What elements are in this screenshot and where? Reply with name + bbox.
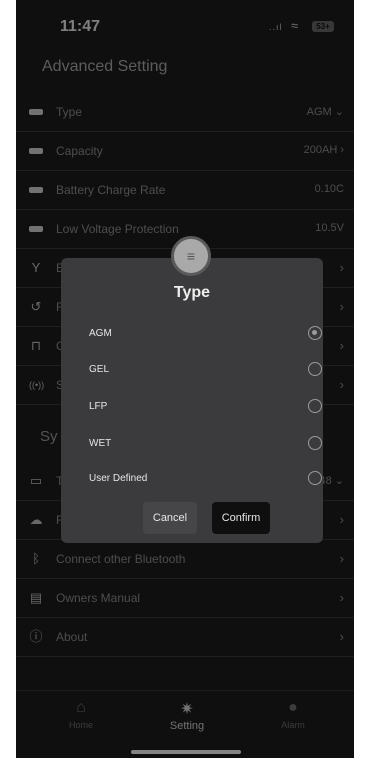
confirm-button[interactable]: Confirm bbox=[212, 502, 270, 534]
cloud-icon: ☁ bbox=[29, 512, 43, 527]
option-gel[interactable]: GEL bbox=[61, 356, 323, 386]
battery-icon bbox=[29, 222, 43, 236]
battery-icon bbox=[29, 144, 43, 158]
chevron-right-icon: › bbox=[339, 629, 344, 644]
row-label: Low Voltage Protection bbox=[56, 222, 179, 236]
tab-bar: ⌂ Home ✷ Setting ● Alarm bbox=[16, 690, 354, 740]
lock-icon: ⊓ bbox=[30, 338, 42, 353]
tab-setting[interactable]: ✷ Setting bbox=[147, 699, 227, 732]
row-value: 0.10C bbox=[314, 183, 344, 195]
row-label: Capacity bbox=[56, 144, 103, 158]
section-label: Sy bbox=[40, 428, 58, 445]
row-capacity[interactable]: Capacity 200AH › bbox=[16, 133, 354, 171]
row-label: Owners Manual bbox=[56, 591, 141, 605]
home-indicator bbox=[131, 750, 241, 754]
row-label: About bbox=[56, 630, 88, 644]
tab-label: Alarm bbox=[281, 720, 305, 730]
connector-icon: Y bbox=[31, 260, 41, 275]
battery-icon bbox=[29, 105, 43, 119]
gear-icon: ✷ bbox=[180, 701, 194, 718]
row-value: 200AH › bbox=[303, 144, 344, 156]
calendar-icon: ▭ bbox=[29, 473, 43, 488]
bluetooth-icon: ᛒ bbox=[32, 551, 40, 566]
radio[interactable] bbox=[308, 436, 322, 450]
chevron-right-icon: › bbox=[339, 377, 344, 392]
radio[interactable] bbox=[308, 362, 322, 376]
row-label: Type bbox=[56, 105, 83, 119]
tab-label: Setting bbox=[169, 720, 205, 732]
chevron-right-icon: › bbox=[339, 551, 344, 566]
option-label: LFP bbox=[89, 401, 108, 412]
tab-alarm[interactable]: ● Alarm bbox=[253, 699, 333, 730]
option-agm[interactable]: AGM bbox=[61, 320, 323, 350]
chevron-right-icon: › bbox=[339, 260, 344, 275]
alert-icon: ● bbox=[288, 699, 298, 716]
radio-selected[interactable] bbox=[308, 326, 322, 340]
chevron-right-icon: › bbox=[339, 299, 344, 314]
row-value: 48 ⌄ bbox=[319, 475, 344, 487]
chevron-right-icon: › bbox=[339, 338, 344, 353]
cancel-button[interactable]: Cancel bbox=[143, 502, 197, 534]
row-label: Battery Charge Rate bbox=[56, 183, 166, 197]
option-wet[interactable]: WET bbox=[61, 430, 323, 460]
status-time: 11:47 bbox=[60, 18, 101, 35]
page-title: Advanced Setting bbox=[42, 58, 168, 75]
dialog-title: Type bbox=[173, 284, 211, 301]
wifi-icon: ≈ bbox=[291, 18, 299, 33]
manual-icon: ▤ bbox=[29, 590, 43, 605]
row-value: AGM ⌄ bbox=[306, 106, 344, 118]
home-icon: ⌂ bbox=[76, 699, 86, 716]
info-icon: ⓘ bbox=[29, 629, 43, 644]
broadcast-icon: ((•)) bbox=[29, 380, 45, 390]
row-label: Connect other Bluetooth bbox=[56, 552, 186, 566]
app-screen: 11:47 ..ıl ≈ 53+ Advanced Setting Type A… bbox=[16, 0, 354, 758]
tab-home[interactable]: ⌂ Home bbox=[41, 699, 121, 730]
radio[interactable] bbox=[308, 399, 322, 413]
chevron-right-icon: › bbox=[339, 512, 344, 527]
type-dialog: Type AGM GEL LFP WET User Defined Cancel… bbox=[61, 258, 323, 543]
option-label: User Defined bbox=[89, 473, 148, 484]
status-bar: 11:47 ..ıl ≈ 53+ bbox=[16, 0, 354, 50]
tab-label: Home bbox=[68, 720, 93, 730]
dialog-type-icon: ≡ bbox=[171, 236, 211, 276]
option-lfp[interactable]: LFP bbox=[61, 393, 323, 423]
row-value: 10.5V bbox=[315, 222, 344, 234]
battery-icon bbox=[29, 183, 43, 197]
row-connect-bluetooth[interactable]: ᛒ Connect other Bluetooth › bbox=[16, 541, 354, 579]
history-icon: ↺ bbox=[30, 299, 42, 314]
row-type[interactable]: Type AGM ⌄ bbox=[16, 94, 354, 132]
row-battery-charge-rate[interactable]: Battery Charge Rate 0.10C bbox=[16, 172, 354, 210]
row-owners-manual[interactable]: ▤ Owners Manual › bbox=[16, 580, 354, 618]
chevron-right-icon: › bbox=[339, 590, 344, 605]
radio[interactable] bbox=[308, 471, 322, 485]
option-user-defined[interactable]: User Defined bbox=[61, 465, 323, 495]
battery-status-icon: 53+ bbox=[312, 21, 334, 32]
signal-icon: ..ıl bbox=[269, 22, 283, 32]
option-label: GEL bbox=[89, 364, 110, 375]
option-label: AGM bbox=[89, 328, 112, 339]
option-label: WET bbox=[89, 438, 112, 449]
row-about[interactable]: ⓘ About › bbox=[16, 619, 354, 657]
